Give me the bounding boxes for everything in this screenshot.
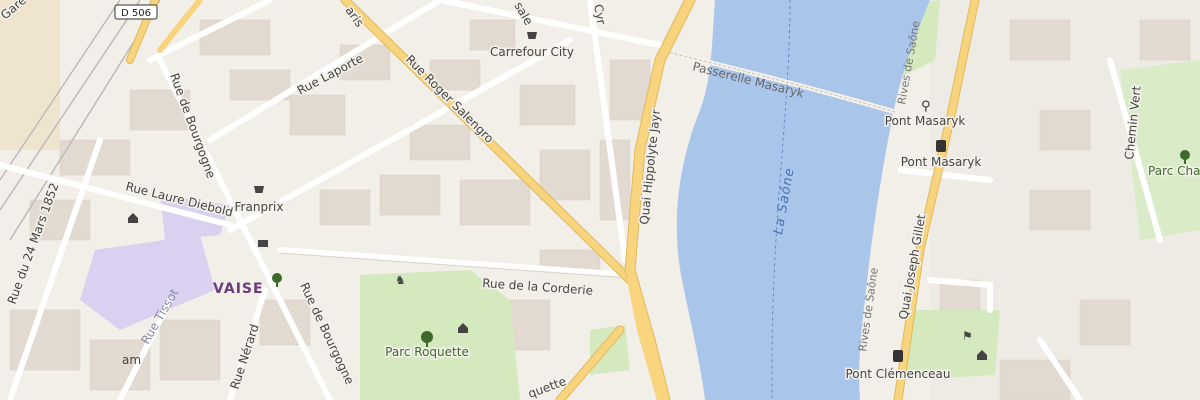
poi-label-parc-roquette: Parc Roquette: [385, 345, 469, 359]
river-water: [676, 0, 930, 400]
street-label-partial-top-1: aris: [343, 4, 367, 30]
street-label-rue-nerard: Rue Nérard: [228, 322, 262, 391]
poi-label-carrefour-city: Carrefour City: [490, 45, 574, 59]
bus-stop-icon: [893, 350, 903, 362]
poi-post-office[interactable]: [258, 240, 268, 247]
bus-stop-icon: [936, 140, 946, 152]
tree-icon: [421, 331, 433, 343]
poi-label-parc-chaz: Parc Chaz: [1148, 164, 1200, 178]
road-shield-label: D 506: [121, 8, 151, 19]
poi-label-franprix: Franprix: [235, 200, 284, 214]
district-label-vaise: VAISE: [213, 281, 264, 297]
school-icon: [128, 213, 138, 223]
tree-icon: [1180, 150, 1190, 160]
shop-basket-icon: [527, 32, 537, 39]
poi-label-pont-clemenceau: Pont Clémenceau: [846, 367, 951, 381]
mail-icon: [258, 240, 268, 247]
street-label-quai-joseph-gillet: Quai Joseph Gillet: [896, 213, 928, 321]
dog-icon: ♞: [395, 273, 406, 287]
station-area: [0, 0, 60, 150]
shop-basket-icon: [254, 186, 264, 193]
road-shield-d506: D 506: [114, 4, 158, 20]
poi-school-1[interactable]: [128, 213, 138, 223]
district-block-1: [80, 235, 215, 330]
map-canvas[interactable]: D 506 Gare Rue de Bourgogne Rue Laporte …: [0, 0, 1200, 400]
poi-franprix[interactable]: Franprix: [233, 186, 285, 216]
small-park: [590, 325, 630, 375]
tree-icon: [272, 273, 282, 283]
street-label-partial-left: am: [122, 353, 141, 367]
poi-label-pont-masaryk-bike: Pont Masaryk: [885, 114, 966, 128]
street-label-rue-du-24-mars: Rue du 24 Mars 1852: [5, 181, 62, 306]
playground-icon: ⚑: [962, 329, 973, 343]
map-view[interactable]: D 506 Gare Rue de Bourgogne Rue Laporte …: [0, 0, 1200, 400]
bicycle-icon: ⚲: [921, 99, 931, 114]
poi-label-pont-masaryk-bus: Pont Masaryk: [901, 155, 982, 169]
poi-dog-park[interactable]: ♞: [395, 273, 406, 287]
